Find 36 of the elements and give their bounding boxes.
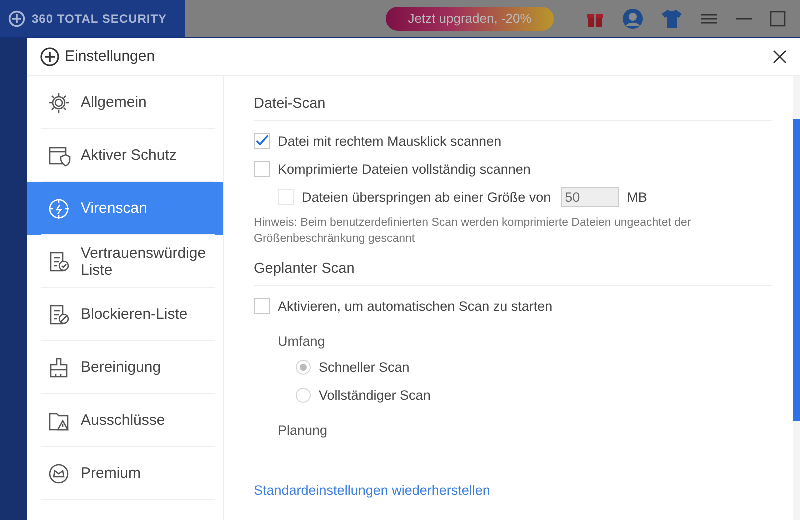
close-icon[interactable] bbox=[773, 50, 787, 64]
sidebar-icon bbox=[47, 196, 71, 220]
shirt-icon[interactable] bbox=[661, 8, 683, 28]
checkbox[interactable] bbox=[254, 298, 270, 314]
sidebar-item[interactable]: Vertrauenswürdige Liste bbox=[27, 235, 223, 288]
group-label: Planung bbox=[278, 423, 329, 438]
sidebar-item[interactable]: Ausschlüsse bbox=[27, 394, 223, 447]
sidebar-item[interactable]: Bereinigung bbox=[27, 341, 223, 394]
checkbox-label: Datei mit rechtem Mausklick scannen bbox=[278, 134, 502, 148]
app-logo-icon bbox=[40, 46, 60, 66]
checkbox-label: Aktivieren, um automatischen Scan zu starten bbox=[278, 298, 553, 314]
checkbox[interactable] bbox=[254, 133, 270, 149]
group-label: Umfang bbox=[278, 334, 326, 349]
maximize-icon[interactable] bbox=[770, 10, 786, 26]
sidebar-item[interactable]: Aktiver Schutz bbox=[27, 129, 223, 182]
hint-text: Hinweis: Beim benutzerdefinierten Scan werden komprimierte Dateien ungeachtet der Größenbeschränkung gescannt bbox=[254, 216, 692, 247]
radio-label: Schneller Scan bbox=[319, 360, 410, 374]
restore-defaults-link[interactable]: Standardeinstellungen wiederherstellen bbox=[254, 483, 490, 498]
section-title: Datei-Scan bbox=[254, 96, 772, 121]
sidebar-item[interactable]: Allgemein bbox=[27, 76, 223, 129]
sidebar-item[interactable]: Blockieren-Liste bbox=[27, 288, 223, 341]
menu-icon[interactable] bbox=[700, 12, 718, 24]
sidebar-item[interactable]: Premium bbox=[27, 447, 223, 500]
checkbox-label: Komprimierte Dateien vollständig scannen bbox=[278, 162, 531, 176]
radio-label: Vollständiger Scan bbox=[319, 388, 431, 402]
user-icon[interactable] bbox=[622, 8, 644, 30]
dialog-title: Einstellungen bbox=[65, 48, 156, 65]
checkbox[interactable] bbox=[254, 161, 270, 177]
scrollbar[interactable] bbox=[793, 76, 800, 520]
sidebar-item[interactable]: Virenscan bbox=[27, 182, 223, 235]
section-title: Geplanter Scan bbox=[254, 261, 772, 286]
checkbox-label: Dateien überspringen ab einer Größe von bbox=[302, 190, 552, 204]
unit-label: MB bbox=[627, 190, 648, 204]
app-logo: 360 TOTAL SECURITY bbox=[0, 0, 185, 37]
sidebar-icon bbox=[47, 462, 71, 486]
sidebar-icon bbox=[47, 90, 71, 114]
